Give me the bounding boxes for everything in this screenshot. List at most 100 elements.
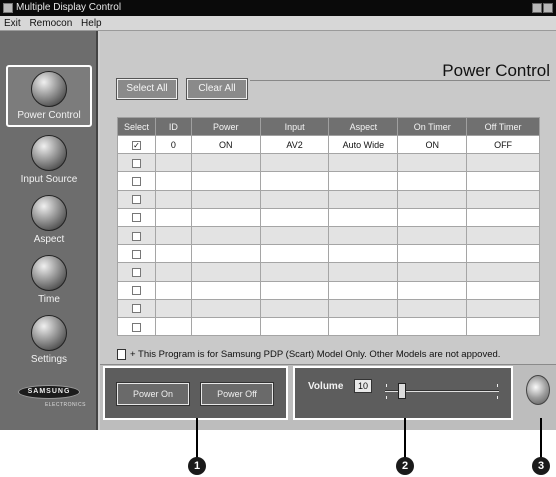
volume-slider-thumb[interactable] — [398, 383, 406, 399]
cell-on-timer — [397, 298, 468, 318]
minimize-icon[interactable] — [532, 3, 542, 13]
sidebar-item-label: Input Source — [20, 174, 78, 185]
power-button-group: Power On Power Off — [103, 366, 288, 420]
callout-line — [404, 418, 406, 458]
cell-aspect — [328, 153, 399, 173]
menu-bar: Exit Remocon Help — [0, 16, 556, 31]
cell-off-timer — [466, 225, 540, 246]
table-row[interactable] — [117, 207, 540, 227]
table-row[interactable] — [117, 262, 540, 282]
cell-input — [259, 244, 330, 264]
column-header[interactable]: Power — [190, 117, 261, 136]
cell-off-timer — [466, 316, 540, 337]
display-table: Select ID Power Input Aspect On Timer Of… — [117, 117, 540, 337]
power-on-button[interactable]: Power On — [116, 382, 190, 406]
cell-input — [259, 280, 330, 300]
brand-logo-sub: ELECTRONICS — [44, 402, 86, 408]
slider-tick — [497, 384, 498, 387]
cell-off-timer — [466, 244, 540, 264]
row-checkbox[interactable] — [131, 322, 141, 332]
table-row[interactable]: ✓ 0 ON AV2 Auto Wide ON OFF — [117, 134, 540, 155]
sidebar-item-settings[interactable]: Settings — [6, 315, 92, 365]
cell-id: 0 — [154, 134, 192, 155]
sidebar-item-aspect[interactable]: Aspect — [6, 195, 92, 245]
row-checkbox[interactable] — [131, 231, 141, 241]
row-checkbox[interactable]: ✓ — [131, 140, 141, 150]
column-header[interactable]: Input — [259, 117, 330, 136]
cell-off-timer — [466, 153, 540, 173]
cell-power — [190, 262, 261, 282]
callout-badge: 2 — [396, 457, 414, 475]
table-row[interactable] — [117, 225, 540, 246]
menu-exit[interactable]: Exit — [4, 18, 21, 29]
table-row[interactable] — [117, 280, 540, 300]
column-header[interactable]: On Timer — [397, 117, 468, 136]
row-checkbox[interactable] — [131, 304, 141, 314]
table-row[interactable] — [117, 316, 540, 337]
cell-off-timer — [466, 189, 540, 209]
cell-id — [154, 262, 192, 282]
table-row[interactable] — [117, 189, 540, 209]
row-checkbox[interactable] — [131, 195, 141, 205]
clear-all-button[interactable]: Clear All — [186, 78, 248, 100]
cell-input — [259, 153, 330, 173]
row-checkbox[interactable] — [131, 177, 141, 187]
power-off-button[interactable]: Power Off — [200, 382, 274, 406]
cell-on-timer — [397, 262, 468, 282]
volume-value[interactable]: 10 — [354, 379, 372, 393]
select-cell — [117, 153, 156, 173]
cell-on-timer: ON — [397, 134, 468, 155]
sidebar-item-label: Aspect — [33, 234, 65, 245]
menu-help[interactable]: Help — [81, 18, 102, 29]
select-all-button[interactable]: Select All — [116, 78, 178, 100]
cell-input — [259, 189, 330, 209]
cell-on-timer — [397, 280, 468, 300]
cell-id — [154, 244, 192, 264]
menu-remocon[interactable]: Remocon — [29, 18, 72, 29]
cell-aspect — [328, 171, 399, 191]
slider-tick — [386, 384, 387, 387]
speaker-icon[interactable] — [526, 375, 550, 405]
table-row[interactable] — [117, 171, 540, 191]
row-checkbox[interactable] — [131, 286, 141, 296]
row-checkbox[interactable] — [131, 249, 141, 259]
table-row[interactable] — [117, 298, 540, 318]
column-header[interactable]: Select — [117, 117, 156, 136]
cell-id — [154, 280, 192, 300]
select-cell — [117, 244, 156, 264]
row-checkbox[interactable] — [131, 158, 141, 168]
column-header[interactable]: ID — [154, 117, 192, 136]
sidebar-item-label: Time — [38, 294, 60, 305]
row-checkbox[interactable] — [131, 213, 141, 223]
cell-aspect — [328, 280, 399, 300]
cell-aspect — [328, 225, 399, 246]
sidebar-item-power-control[interactable]: Power Control — [6, 65, 92, 127]
cell-input: AV2 — [259, 134, 330, 155]
cell-input — [259, 207, 330, 227]
cell-off-timer — [466, 262, 540, 282]
table-row[interactable] — [117, 244, 540, 264]
callout-line — [196, 418, 198, 458]
control-panel: Power On Power Off Volume 10 — [100, 364, 556, 430]
cell-on-timer — [397, 244, 468, 264]
model-note: + This Program is for Samsung PDP (Scart… — [117, 348, 540, 361]
select-cell — [117, 280, 156, 300]
select-cell — [117, 262, 156, 282]
cell-off-timer — [466, 298, 540, 318]
volume-slider[interactable] — [383, 380, 501, 402]
column-header[interactable]: Off Timer — [466, 117, 540, 136]
cell-id — [154, 189, 192, 209]
cell-power — [190, 225, 261, 246]
aspect-icon — [31, 195, 67, 231]
cell-power — [190, 316, 261, 337]
cell-off-timer — [466, 207, 540, 227]
sidebar-item-time[interactable]: Time — [6, 255, 92, 305]
volume-label: Volume — [308, 381, 344, 392]
cell-power — [190, 189, 261, 209]
row-checkbox[interactable] — [131, 267, 141, 277]
cell-power — [190, 244, 261, 264]
table-row[interactable] — [117, 153, 540, 173]
column-header[interactable]: Aspect — [328, 117, 399, 136]
maximize-icon[interactable] — [543, 3, 553, 13]
sidebar-item-input-source[interactable]: Input Source — [6, 135, 92, 185]
